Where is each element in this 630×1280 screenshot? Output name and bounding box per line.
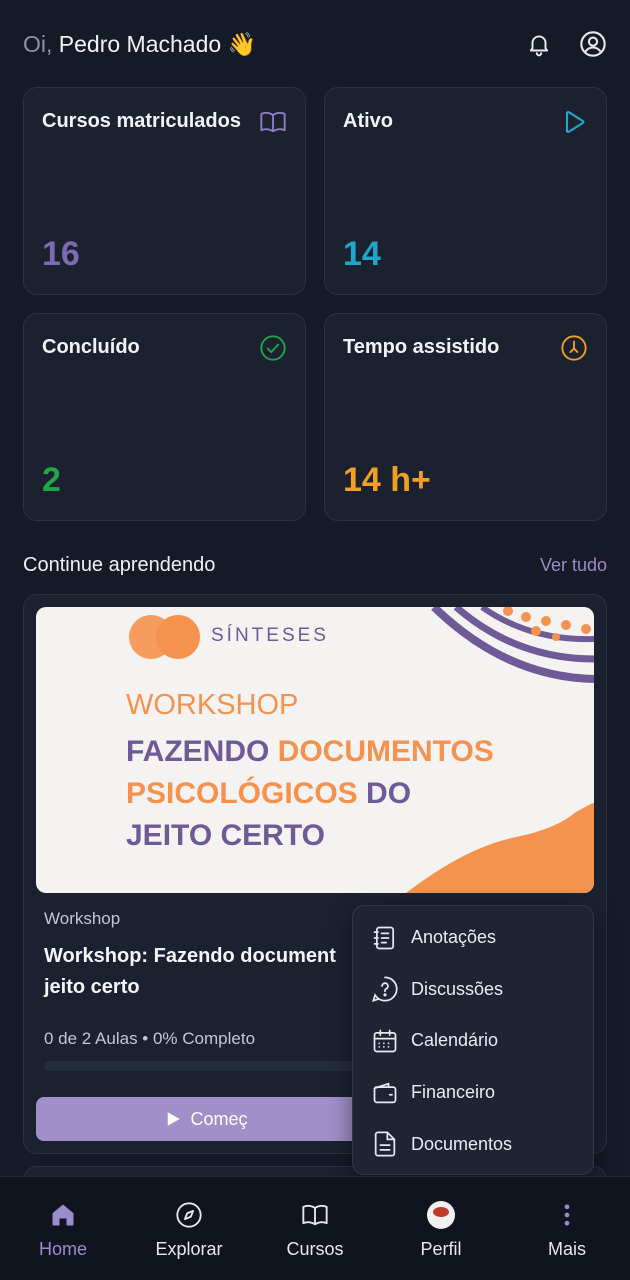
user-circle-icon[interactable] [578, 29, 608, 59]
section-title: Continue aprendendo [23, 554, 216, 576]
start-button-label: Começ [190, 1108, 248, 1129]
banner-line3: JEITO CERTO [126, 819, 325, 852]
menu-item-documentos[interactable]: Documentos [353, 1118, 593, 1170]
play-icon [168, 1112, 181, 1126]
stat-card-enrolled[interactable]: Cursos matriculados 16 [23, 87, 306, 295]
stat-value: 14 [343, 235, 381, 273]
stat-title: Tempo assistido [343, 336, 500, 358]
notes-icon [373, 926, 395, 950]
banner-line1-b: DOCUMENTOS [277, 735, 494, 768]
check-circle-icon [260, 335, 286, 361]
calendar-icon [373, 1029, 397, 1053]
book-open-icon [260, 111, 286, 133]
stat-card-completed[interactable]: Concluído 2 [23, 313, 306, 521]
header: Oi, Pedro Machado 👋 [23, 28, 608, 60]
more-vertical-icon [564, 1204, 570, 1226]
menu-item-anotacoes[interactable]: Anotações [353, 912, 593, 964]
menu-item-financeiro[interactable]: Financeiro [353, 1067, 593, 1119]
course-category: Workshop [44, 909, 121, 928]
menu-item-discussoes[interactable]: Discussões [353, 964, 593, 1016]
menu-item-calendario[interactable]: Calendário [353, 1015, 593, 1067]
course-banner[interactable]: SÍNTESES WORKSHOP FAZENDO DOCUMENTOS PSI… [36, 607, 594, 893]
course-progress-bar [44, 1061, 384, 1071]
stat-title: Ativo [343, 110, 393, 132]
nav-explorar[interactable]: Explorar [126, 1177, 252, 1280]
menu-item-label: Financeiro [411, 1082, 496, 1103]
menu-item-label: Anotações [411, 927, 497, 948]
avatar [427, 1201, 455, 1229]
banner-brand: SÍNTESES [211, 625, 329, 646]
stat-card-active[interactable]: Ativo 14 [324, 87, 607, 295]
stat-value: 14 h+ [343, 461, 431, 499]
clock-icon [561, 335, 587, 361]
nav-cursos[interactable]: Cursos [252, 1177, 378, 1280]
nav-label: Mais [547, 1239, 586, 1259]
nav-label: Explorar [155, 1239, 223, 1259]
banner-tag: WORKSHOP [126, 689, 299, 721]
greeting-prefix: Oi, [23, 30, 53, 57]
menu-item-label: Calendário [411, 1030, 499, 1051]
play-icon [565, 111, 585, 133]
start-course-button[interactable]: Começ [36, 1097, 376, 1141]
document-icon [374, 1131, 396, 1157]
banner-line1-a: FAZENDO [126, 735, 278, 768]
stat-card-watched-time[interactable]: Tempo assistido 14 h+ [324, 313, 607, 521]
menu-item-label: Discussões [411, 978, 504, 999]
book-open-icon [302, 1204, 328, 1226]
menu-item-label: Documentos [411, 1133, 513, 1154]
home-icon [52, 1204, 74, 1226]
bottom-nav: Home Explorar Cursos Perfil Mais [0, 1176, 630, 1280]
course-progress-text: 0 de 2 Aulas • 0% Completo [44, 1029, 256, 1048]
stat-title: Concluído [42, 336, 140, 358]
user-name: Pedro Machado [58, 30, 222, 57]
stat-title: Cursos matriculados [42, 110, 241, 132]
compass-icon [176, 1202, 202, 1228]
stat-value: 16 [42, 235, 80, 273]
nav-label: Home [38, 1239, 87, 1259]
see-all-link[interactable]: Ver tudo [540, 555, 607, 576]
nav-label: Cursos [286, 1239, 344, 1259]
wave-emoji: 👋 [227, 30, 257, 57]
banner-line2-b: DO [366, 777, 412, 810]
wallet-icon [373, 1082, 397, 1103]
nav-home[interactable]: Home [0, 1177, 126, 1280]
nav-mais[interactable]: Mais [504, 1177, 630, 1280]
nav-label: Perfil [420, 1239, 462, 1259]
question-circle-icon [371, 976, 398, 1003]
more-menu: Anotações Discussões Calendário Financei… [352, 905, 594, 1175]
course-title[interactable]: Workshop: Fazendo document jeito certo [44, 941, 374, 1003]
banner-line2-a: PSICOLÓGICOS [126, 777, 367, 810]
banner-heading: FAZENDO DOCUMENTOS PSICOLÓGICOS DO JEITO… [126, 731, 494, 857]
stat-value: 2 [42, 461, 61, 499]
bell-icon[interactable] [524, 29, 554, 59]
greeting: Oi, Pedro Machado 👋 [23, 31, 256, 58]
nav-perfil[interactable]: Perfil [378, 1177, 504, 1280]
